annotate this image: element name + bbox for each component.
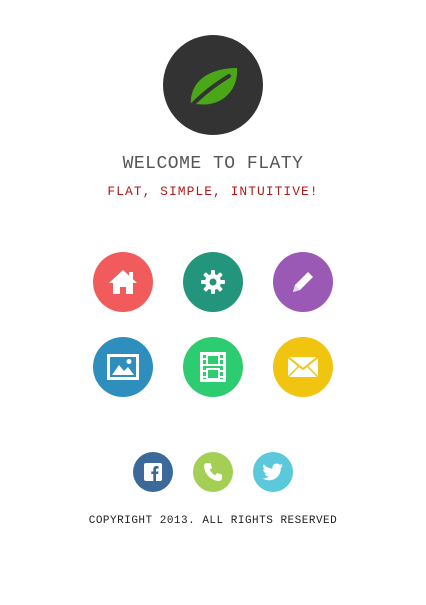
phone-icon: [203, 462, 223, 482]
edit-button[interactable]: [273, 252, 333, 312]
twitter-icon: [262, 463, 284, 481]
twitter-button[interactable]: [253, 452, 293, 492]
facebook-icon: [144, 463, 162, 481]
film-icon: [200, 352, 226, 382]
phone-button[interactable]: [193, 452, 233, 492]
logo: [163, 35, 263, 135]
home-icon: [107, 268, 139, 296]
video-button[interactable]: [183, 337, 243, 397]
image-icon: [107, 354, 139, 380]
page-subtitle: FLAT, SIMPLE, INTUITIVE!: [107, 184, 319, 199]
pencil-icon: [289, 268, 317, 296]
copyright-text: COPYRIGHT 2013. ALL RIGHTS RESERVED: [88, 515, 338, 527]
gear-icon: [199, 268, 227, 296]
facebook-button[interactable]: [133, 452, 173, 492]
page-title: WELCOME TO FLATY: [122, 154, 304, 174]
leaf-icon: [185, 60, 241, 110]
mail-button[interactable]: [273, 337, 333, 397]
settings-button[interactable]: [183, 252, 243, 312]
gallery-button[interactable]: [93, 337, 153, 397]
mail-icon: [287, 356, 319, 378]
home-button[interactable]: [93, 252, 153, 312]
